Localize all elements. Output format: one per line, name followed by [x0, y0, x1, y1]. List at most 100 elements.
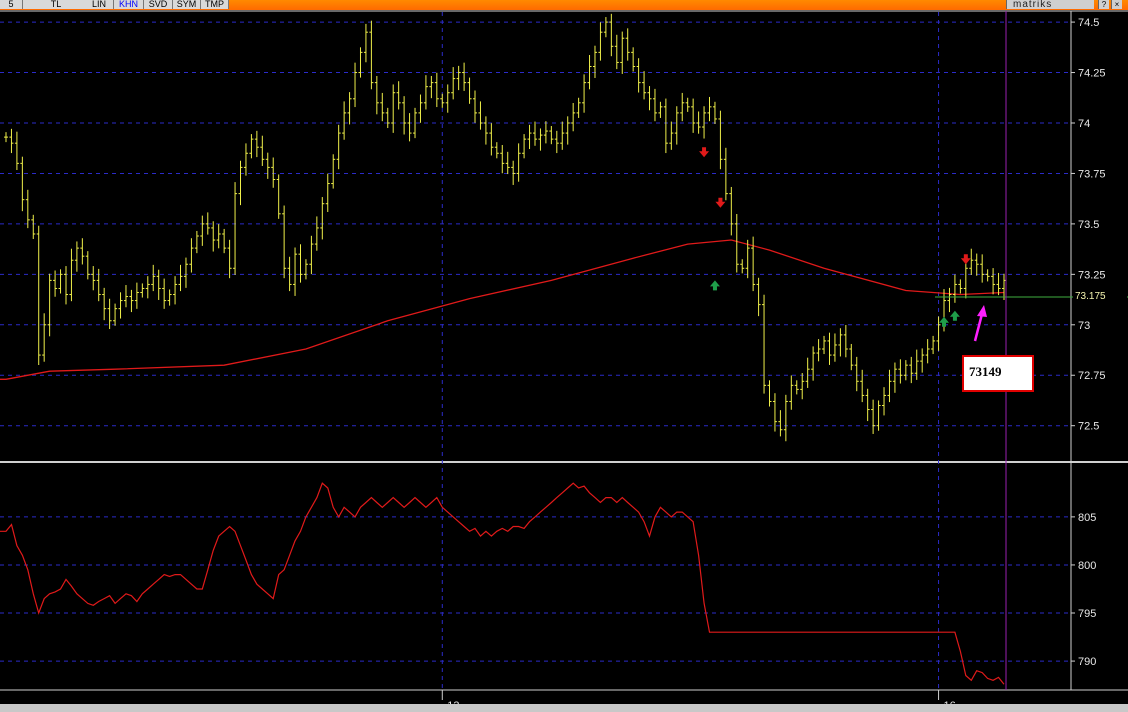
- ohlc-bar: [254, 130, 259, 158]
- ohlc-bar: [243, 143, 248, 176]
- ohlc-bar: [494, 142, 499, 159]
- ohlc-bar: [991, 268, 996, 295]
- price-annotation-box: 73149: [962, 355, 1034, 392]
- price-tick-label: 72.5: [1078, 421, 1099, 433]
- indicator-tick-label: 790: [1078, 656, 1096, 668]
- ohlc-bar: [609, 13, 614, 57]
- ohlc-bar: [974, 253, 979, 276]
- ohlc-bar: [91, 266, 96, 291]
- ohlc-bar: [385, 107, 390, 129]
- ohlc-bar: [745, 239, 750, 279]
- ohlc-bar: [576, 97, 581, 118]
- bottom-scrollbar[interactable]: [0, 704, 1128, 712]
- indicator-y-axis: 805 800 795 790: [1071, 512, 1096, 668]
- ohlc-bar: [778, 410, 783, 437]
- ohlc-bar: [560, 121, 565, 150]
- buy-arrow: [949, 310, 960, 321]
- ohlc-bar: [505, 151, 510, 175]
- ohlc-bar: [260, 135, 265, 166]
- ohlc-bar: [882, 387, 887, 416]
- ohlc-bar: [871, 399, 876, 434]
- ohlc-bar: [396, 81, 401, 110]
- ohlc-bar: [211, 221, 216, 252]
- ohlc-bar: [309, 235, 314, 275]
- ohlc-bar: [827, 332, 832, 365]
- ohlc-bar: [58, 269, 63, 294]
- ohlc-bar: [9, 128, 14, 154]
- ohlc-bar: [85, 251, 90, 280]
- ohlc-bar: [762, 294, 767, 394]
- ohlc-bar: [794, 380, 799, 395]
- ohlc-bar: [969, 248, 974, 275]
- ohlc-bar: [538, 128, 543, 151]
- ohlc-bar: [996, 272, 1001, 296]
- ohlc-bar: [440, 93, 445, 108]
- ohlc-bar: [767, 380, 772, 407]
- price-tick-label: 72.75: [1078, 370, 1106, 382]
- ohlc-bar: [123, 285, 128, 308]
- ohlc-bar: [898, 359, 903, 384]
- ohlc-bar: [642, 71, 647, 100]
- ohlc-bar: [843, 324, 848, 358]
- ohlc-bar: [674, 106, 679, 145]
- ohlc-bar: [712, 101, 717, 124]
- ohlc-bar: [20, 156, 25, 212]
- ohlc-bar: [647, 86, 652, 111]
- ohlc-bar: [369, 20, 374, 90]
- ohlc-bar: [718, 110, 723, 170]
- ohlc-bar: [402, 96, 407, 135]
- ohlc-bar: [598, 22, 603, 61]
- ohlc-bar: [658, 101, 663, 118]
- chart-canvas[interactable]: 74.5 74.25 74 73.75 73.5 73.25 73 72.75 72.5 805…: [0, 0, 1128, 712]
- ohlc-bar: [183, 257, 188, 288]
- ohlc-bar: [336, 124, 341, 170]
- price-bars-layer: [4, 13, 1006, 442]
- ohlc-bar: [549, 126, 554, 145]
- ohlc-bar: [473, 90, 478, 123]
- ohlc-bar: [789, 375, 794, 410]
- ohlc-bar: [434, 72, 439, 108]
- ohlc-bar: [69, 248, 74, 302]
- ohlc-bar: [532, 121, 537, 146]
- ohlc-bar: [113, 303, 118, 326]
- ohlc-bar: [467, 77, 472, 104]
- ohlc-bar: [729, 186, 734, 236]
- signal-arrows-layer: [699, 147, 971, 327]
- ohlc-bar: [222, 228, 227, 254]
- ohlc-bar: [696, 111, 701, 134]
- ohlc-bar: [380, 92, 385, 122]
- ohlc-bar: [265, 152, 270, 179]
- ohlc-bar: [565, 116, 570, 145]
- ohlc-bar: [603, 17, 608, 38]
- ohlc-bar: [42, 313, 47, 362]
- price-tick-label: 74: [1078, 118, 1090, 130]
- ohlc-bar: [854, 356, 859, 392]
- ohlc-bar: [63, 266, 68, 305]
- ohlc-bar: [947, 287, 952, 313]
- ohlc-bar: [151, 264, 156, 292]
- ohlc-bar: [909, 356, 914, 384]
- ohlc-bar: [614, 34, 619, 70]
- annotation-arrow: [973, 305, 987, 342]
- ohlc-bar: [276, 174, 281, 219]
- ohlc-bar: [325, 173, 330, 212]
- ohlc-bar: [582, 74, 587, 113]
- ohlc-bar: [838, 328, 843, 357]
- indicator-layer: [0, 482, 1005, 685]
- price-tick-label: 74.25: [1078, 68, 1106, 80]
- price-tick-label: 73.75: [1078, 168, 1106, 180]
- ohlc-bar: [314, 216, 319, 251]
- ohlc-bar: [931, 335, 936, 355]
- ohlc-bar: [631, 47, 636, 72]
- ohlc-bar: [652, 88, 657, 122]
- ohlc-bar: [74, 241, 79, 272]
- ohlc-bar: [353, 62, 358, 108]
- ohlc-bar: [271, 157, 276, 188]
- sell-arrow: [715, 197, 726, 208]
- ohlc-bar: [685, 97, 690, 112]
- ohlc-bar: [445, 84, 450, 113]
- ohlc-bar: [625, 28, 630, 61]
- ohlc-bar: [102, 287, 107, 321]
- sell-arrow: [699, 147, 710, 158]
- ohlc-bar: [303, 259, 308, 280]
